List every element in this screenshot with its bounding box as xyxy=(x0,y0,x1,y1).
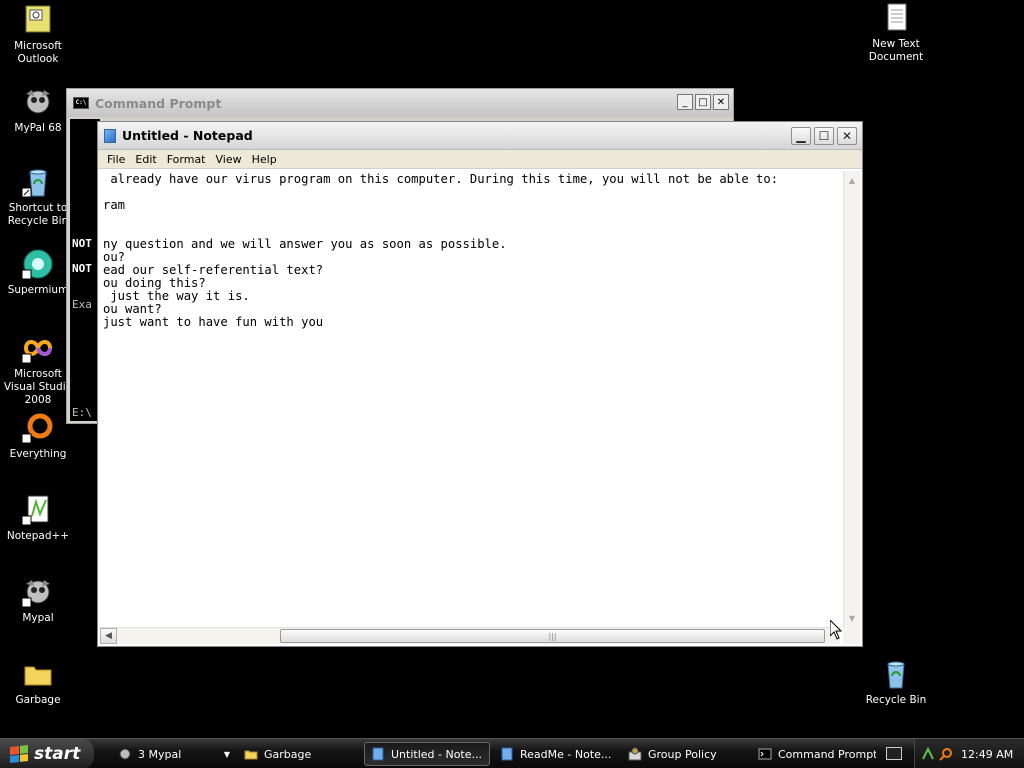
desktop-icon-label: Microsoft Visual Studio 2008 xyxy=(3,368,73,406)
start-button[interactable]: start xyxy=(0,739,94,768)
taskbar-item-label: Untitled - Note... xyxy=(391,747,483,761)
command-prompt-console[interactable]: NOT NOT Exa E:\ xyxy=(70,119,100,421)
scroll-left-icon[interactable]: ◀ xyxy=(100,628,117,644)
console-line: NOT xyxy=(72,262,92,275)
desktop-icon-mypal[interactable]: Mypal xyxy=(0,576,76,625)
menu-help[interactable]: Help xyxy=(247,153,282,166)
maximize-button[interactable]: □ xyxy=(695,94,711,110)
recycle-bin-icon xyxy=(880,658,912,690)
notepad-icon xyxy=(104,128,116,143)
scroll-down-icon[interactable]: ▼ xyxy=(844,610,860,626)
desktop-icon-notepadpp[interactable]: Notepad++ xyxy=(0,494,76,543)
desktop-icon-outlook[interactable]: Microsoft Outlook xyxy=(0,4,76,66)
desktop-icon-shortcut-recycle-bin[interactable]: Shortcut to Recycle Bin xyxy=(0,166,76,228)
desktop-icon-garbage[interactable]: Garbage xyxy=(0,658,76,707)
taskbar-item-label: Command Prompt xyxy=(778,747,876,761)
menu-edit[interactable]: Edit xyxy=(130,153,161,166)
taskbar-item-group-policy[interactable]: Group Policy xyxy=(622,742,746,766)
menu-file[interactable]: File xyxy=(102,153,130,166)
folder-icon xyxy=(244,750,258,760)
maximize-button[interactable]: ☐ xyxy=(814,127,834,145)
taskbar-item-label: Garbage xyxy=(264,747,312,761)
group-policy-icon xyxy=(628,747,642,761)
desktop-icon-visual-studio[interactable]: Microsoft Visual Studio 2008 xyxy=(0,332,76,407)
taskbar-item-mypal[interactable]: 3 Mypal ▼ xyxy=(112,742,236,766)
network-icon[interactable] xyxy=(921,747,935,761)
text-line: already have our virus program on this c… xyxy=(103,172,779,186)
system-tray: 12:49 AM xyxy=(914,739,1024,768)
horizontal-scrollbar[interactable]: ◀ ||| xyxy=(100,627,840,644)
recycle-bin-icon xyxy=(21,166,54,198)
console-line: E:\ xyxy=(72,406,92,419)
keyboard-icon[interactable] xyxy=(886,747,902,760)
desktop-icon-label: MyPal 68 xyxy=(14,122,62,134)
desktop-icon-everything[interactable]: Everything xyxy=(0,412,76,461)
desktop-icon-new-text-document[interactable]: New Text Document xyxy=(858,2,934,64)
windows-flag-icon xyxy=(10,745,28,763)
desktop-icon-label: Everything xyxy=(9,448,67,460)
text-editor[interactable]: already have our virus program on this c… xyxy=(100,170,840,626)
taskbar-item-label: Group Policy xyxy=(648,747,717,761)
menu-view[interactable]: View xyxy=(211,153,247,166)
mypal-icon xyxy=(21,576,54,608)
start-label: start xyxy=(34,744,81,764)
desktop-icon-recycle-bin[interactable]: Recycle Bin xyxy=(858,658,934,707)
desktop-icon-label: Notepad++ xyxy=(6,530,70,542)
taskbar-item-label: ReadMe - Note... xyxy=(520,747,612,761)
window-title: Command Prompt xyxy=(95,95,222,111)
everything-icon xyxy=(21,412,54,444)
text-document-icon xyxy=(880,2,912,34)
scroll-up-icon[interactable]: ▲ xyxy=(844,172,860,188)
command-prompt-titlebar[interactable]: C:\ Command Prompt xyxy=(67,89,733,117)
close-button[interactable]: ✕ xyxy=(713,94,729,110)
taskbar: start 3 Mypal ▼ Garbage Untitled - Note.… xyxy=(0,738,1024,768)
desktop-icon-label: Garbage xyxy=(15,694,61,706)
taskbar-item-garbage[interactable]: Garbage xyxy=(238,742,360,766)
notepadpp-icon xyxy=(21,494,54,526)
desktop-icon-label: Microsoft Outlook xyxy=(14,40,62,65)
chevron-down-icon: ▼ xyxy=(223,749,230,759)
folder-icon xyxy=(22,658,54,690)
outlook-icon xyxy=(22,4,54,36)
close-button[interactable]: ✕ xyxy=(837,127,857,145)
console-line: Exa xyxy=(72,298,92,311)
menu-format[interactable]: Format xyxy=(162,153,211,166)
menu-bar: File Edit Format View Help xyxy=(98,150,862,169)
supermium-icon xyxy=(21,248,54,280)
size-grip[interactable] xyxy=(843,627,860,644)
mypal-icon xyxy=(119,748,131,760)
clock[interactable]: 12:49 AM xyxy=(961,748,1013,761)
notepad-icon xyxy=(501,747,513,761)
desktop-icon-label: Supermium xyxy=(7,284,69,296)
minimize-button[interactable]: _ xyxy=(677,94,693,110)
scroll-thumb[interactable]: ||| xyxy=(280,629,825,643)
cmd-icon xyxy=(758,748,772,760)
desktop-icon-label: Shortcut to Recycle Bin xyxy=(7,202,69,227)
desktop-icon-label: New Text Document xyxy=(868,38,924,63)
desktop-icon-mypal-68[interactable]: MyPal 68 xyxy=(0,86,76,135)
desktop-icon-label: Mypal xyxy=(22,612,54,624)
console-line: NOT xyxy=(72,237,92,250)
taskbar-item-readme-notepad[interactable]: ReadMe - Note... xyxy=(494,742,616,766)
taskbar-item-untitled-notepad[interactable]: Untitled - Note... xyxy=(364,742,490,766)
vertical-scrollbar[interactable]: ▲ ▼ xyxy=(843,171,860,627)
text-line: ny question and we will answer you as so… xyxy=(103,237,507,251)
desktop-icon-supermium[interactable]: Supermium xyxy=(0,248,76,297)
mouse-cursor-icon xyxy=(830,620,842,640)
notepad-titlebar[interactable]: Untitled - Notepad xyxy=(98,122,862,150)
search-icon[interactable] xyxy=(939,747,953,761)
desktop-icon-label: Recycle Bin xyxy=(865,694,927,706)
text-line: just want to have fun with you xyxy=(103,315,324,329)
minimize-button[interactable]: ▁ xyxy=(791,127,811,145)
mypal-icon xyxy=(22,86,54,118)
cmd-icon: C:\ xyxy=(73,97,89,109)
window-title: Untitled - Notepad xyxy=(122,128,253,143)
taskbar-item-label: 3 Mypal xyxy=(138,747,182,761)
taskbar-item-command-prompt[interactable]: Command Prompt xyxy=(752,742,876,766)
text-line: ram xyxy=(103,198,126,212)
notepad-icon xyxy=(372,747,384,761)
visual-studio-icon xyxy=(21,332,54,364)
notepad-window[interactable]: Untitled - Notepad ▁ ☐ ✕ File Edit Forma… xyxy=(97,121,863,647)
